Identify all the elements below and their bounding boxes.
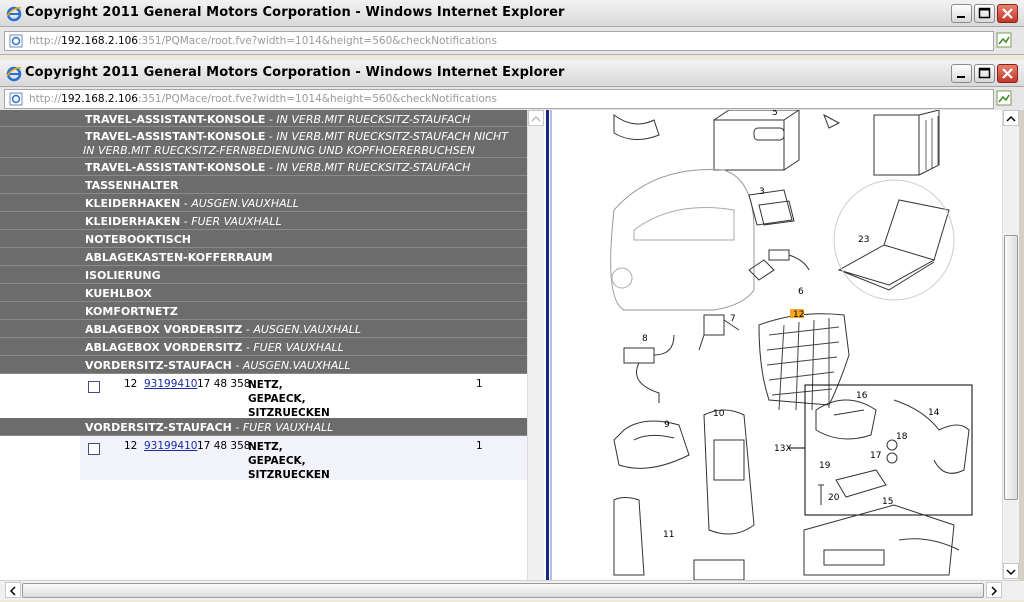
select-checkbox[interactable]: [88, 443, 100, 455]
category-row[interactable]: NOTEBOOKTISCH: [0, 230, 527, 248]
compatibility-icon[interactable]: [996, 90, 1012, 106]
category-row[interactable]: TRAVEL-ASSISTANT-KONSOLE - IN VERB.MIT R…: [0, 127, 527, 158]
scroll-up-button[interactable]: [528, 110, 544, 126]
exploded-diagram: 5 3 23 6 12 7 8 9 10 16 14 13X 18 17 19 …: [610, 110, 973, 580]
category-row[interactable]: TASSENHALTER: [0, 176, 527, 194]
svg-text:8: 8: [642, 334, 648, 344]
right-scrollbar[interactable]: [1002, 110, 1019, 580]
svg-text:5: 5: [772, 110, 778, 118]
category-row[interactable]: KOMFORTNETZ: [0, 302, 527, 320]
category-row[interactable]: ABLAGEKASTEN-KOFFERRAUM: [0, 248, 527, 266]
chevron-right-icon: [991, 586, 998, 596]
page-icon: [9, 34, 23, 48]
part-description: NETZ, GEPAECK, SITZRUECKEN: [248, 379, 330, 419]
window-frame: [1019, 110, 1024, 580]
address-field[interactable]: http://192.168.2.106:351/PQMace/root.fve…: [4, 31, 994, 51]
catalog-number: 17 48 358: [197, 378, 251, 390]
chevron-up-icon: [531, 115, 541, 122]
svg-text:14: 14: [928, 408, 940, 418]
window-title: Copyright 2011 General Motors Corporatio…: [25, 5, 565, 20]
svg-text:18: 18: [896, 432, 908, 442]
svg-text:20: 20: [828, 493, 840, 503]
minimize-icon: [957, 16, 965, 18]
title-bar[interactable]: Copyright 2011 General Motors Corporatio…: [0, 60, 1024, 87]
url-text: http://192.168.2.106:351/PQMace/root.fve…: [29, 35, 497, 47]
svg-text:9: 9: [664, 420, 670, 430]
left-scrollbar[interactable]: [527, 110, 544, 580]
address-field[interactable]: http://192.168.2.106:351/PQMace/root.fve…: [4, 89, 994, 109]
minimize-button[interactable]: [951, 64, 972, 83]
position-number: 12: [124, 440, 138, 452]
category-row[interactable]: ABLAGEBOX VORDERSITZ - FUER VAUXHALL: [0, 338, 527, 356]
category-row[interactable]: KLEIDERHAKEN - FUER VAUXHALL: [0, 212, 527, 230]
scroll-thumb[interactable]: [1004, 235, 1018, 500]
maximize-icon: [978, 67, 991, 79]
close-icon: [1002, 68, 1013, 79]
category-row[interactable]: KUEHLBOX: [0, 284, 527, 302]
category-row[interactable]: VORDERSITZ-STAUFACH - FUER VAUXHALL: [0, 418, 527, 436]
svg-text:6: 6: [798, 287, 804, 297]
close-button[interactable]: [997, 4, 1018, 23]
scroll-down-button[interactable]: [1003, 563, 1019, 579]
scroll-thumb[interactable]: [22, 583, 984, 598]
page-icon: [9, 92, 23, 106]
ie-icon: [6, 66, 22, 82]
browser-window-front: Copyright 2011 General Motors Corporatio…: [0, 60, 1024, 111]
svg-text:16: 16: [856, 391, 868, 401]
scroll-left-button[interactable]: [5, 582, 21, 598]
svg-text:13X: 13X: [774, 444, 792, 454]
category-row[interactable]: TRAVEL-ASSISTANT-KONSOLE - IN VERB.MIT R…: [0, 158, 527, 176]
svg-text:7: 7: [730, 314, 736, 324]
title-bar[interactable]: Copyright 2011 General Motors Corporatio…: [0, 0, 1024, 27]
chevron-up-icon: [1006, 115, 1016, 122]
maximize-button[interactable]: [974, 64, 995, 83]
svg-text:23: 23: [858, 235, 869, 245]
pane-divider[interactable]: [544, 110, 554, 580]
browser-window-back: Copyright 2011 General Motors Corporatio…: [0, 0, 1024, 55]
close-button[interactable]: [997, 64, 1018, 83]
part-row: 12 93199410 17 48 358 NETZ, GEPAECK, SIT…: [0, 436, 527, 481]
svg-text:12: 12: [793, 310, 804, 320]
horizontal-scrollbar[interactable]: [0, 580, 1024, 600]
scroll-up-button[interactable]: [1003, 110, 1019, 126]
maximize-button[interactable]: [974, 4, 995, 23]
category-row[interactable]: TRAVEL-ASSISTANT-KONSOLE - IN VERB.MIT R…: [0, 110, 527, 127]
chevron-down-icon: [1006, 569, 1016, 576]
svg-text:15: 15: [882, 497, 893, 507]
maximize-icon: [978, 7, 991, 19]
parts-diagram: 5 3 23 6 12 7 8 9 10 16 14 13X 18 17 19 …: [554, 110, 1002, 580]
minimize-button[interactable]: [951, 4, 972, 23]
parts-list-pane: TRAVEL-ASSISTANT-KONSOLE - IN VERB.MIT R…: [0, 110, 527, 580]
part-number-link[interactable]: 93199410: [144, 440, 197, 452]
svg-text:17: 17: [870, 451, 881, 461]
url-text: http://192.168.2.106:351/PQMace/root.fve…: [29, 93, 497, 105]
part-description: NETZ, GEPAECK, SITZRUECKEN: [248, 441, 330, 481]
position-number: 12: [124, 378, 138, 390]
chevron-left-icon: [9, 586, 16, 596]
part-row: 12 93199410 17 48 358 NETZ, GEPAECK, SIT…: [0, 374, 527, 419]
address-bar: http://192.168.2.106:351/PQMace/root.fve…: [0, 27, 1024, 55]
svg-text:10: 10: [713, 409, 725, 419]
category-row[interactable]: ABLAGEBOX VORDERSITZ - AUSGEN.VAUXHALL: [0, 320, 527, 338]
catalog-number: 17 48 358: [197, 440, 251, 452]
compatibility-icon[interactable]: [996, 32, 1012, 48]
category-row[interactable]: VORDERSITZ-STAUFACH - AUSGEN.VAUXHALL: [0, 356, 527, 374]
part-number-link[interactable]: 93199410: [144, 378, 197, 390]
quantity: 1: [476, 378, 483, 390]
quantity: 1: [476, 440, 483, 452]
minimize-icon: [957, 76, 965, 78]
address-bar: http://192.168.2.106:351/PQMace/root.fve…: [0, 87, 1024, 111]
category-row[interactable]: KLEIDERHAKEN - AUSGEN.VAUXHALL: [0, 194, 527, 212]
page-content: TRAVEL-ASSISTANT-KONSOLE - IN VERB.MIT R…: [0, 110, 1024, 580]
select-checkbox[interactable]: [88, 381, 100, 393]
ie-icon: [6, 6, 22, 22]
window-title: Copyright 2011 General Motors Corporatio…: [25, 65, 565, 80]
close-icon: [1002, 8, 1013, 19]
svg-text:3: 3: [759, 187, 765, 197]
category-row[interactable]: ISOLIERUNG: [0, 266, 527, 284]
scroll-right-button[interactable]: [986, 582, 1002, 598]
svg-text:11: 11: [663, 530, 674, 540]
svg-text:19: 19: [819, 461, 831, 471]
